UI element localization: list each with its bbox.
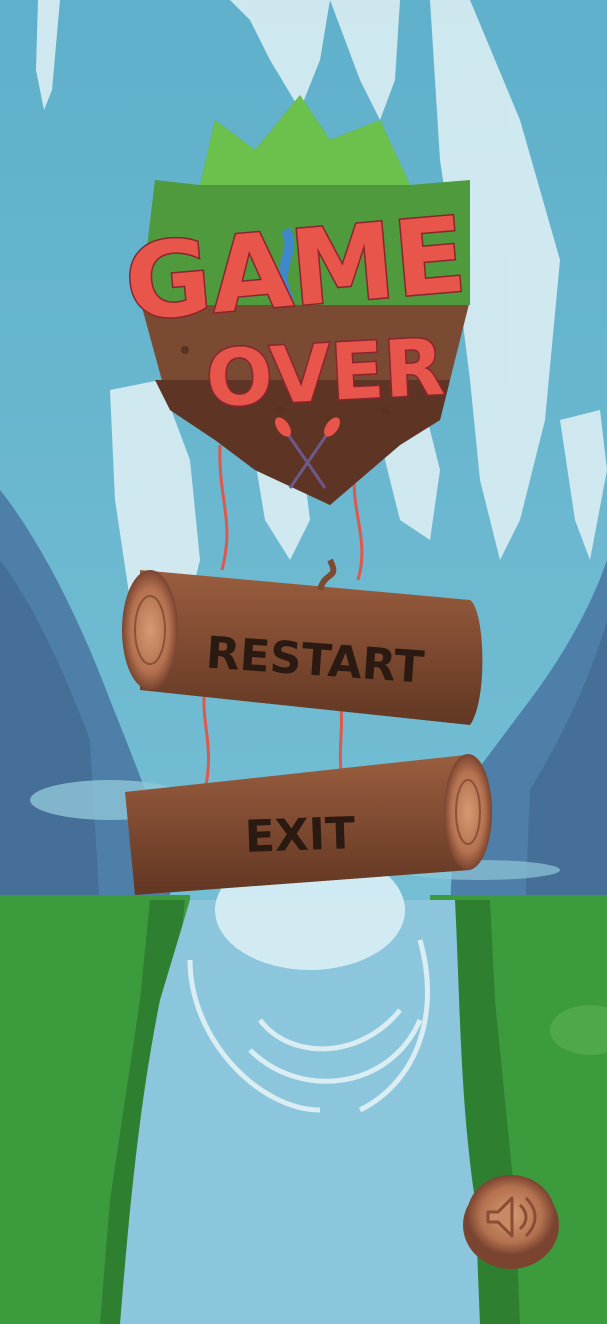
restart-log-end — [122, 570, 178, 690]
game-scene: GAME OVER RESTART EXIT — [0, 0, 607, 1324]
exit-log-end — [444, 754, 492, 870]
title-line-over: OVER — [204, 323, 446, 425]
exit-label: EXIT — [244, 808, 356, 863]
